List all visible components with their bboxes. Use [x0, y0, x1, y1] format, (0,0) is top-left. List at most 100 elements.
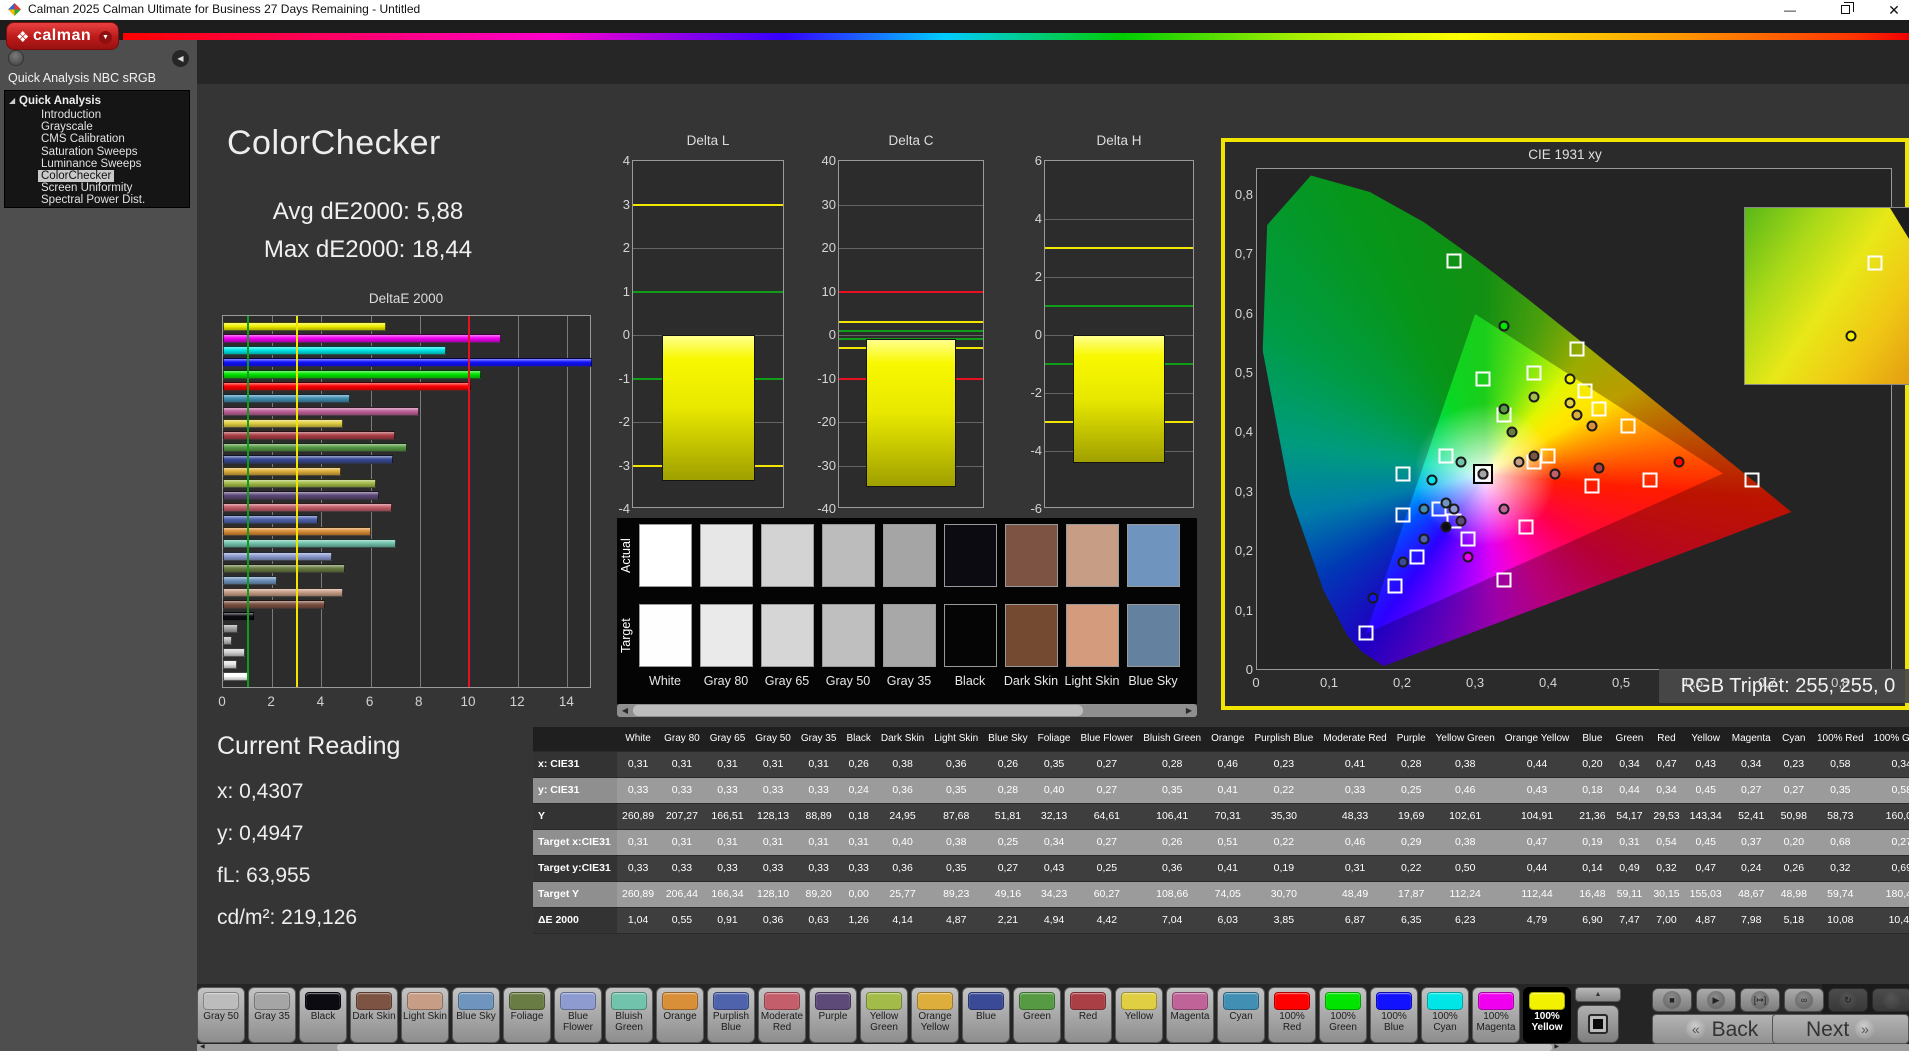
- table-cell: 207,27: [659, 803, 705, 829]
- patch-button-dark-skin[interactable]: Dark Skin: [350, 987, 398, 1043]
- table-cell: 0,38: [929, 829, 983, 855]
- delta-chart-title: Delta L: [632, 133, 784, 148]
- sidebar-item-cms-calibration[interactable]: CMS Calibration: [41, 133, 125, 145]
- sidebar-item-luminance-sweeps[interactable]: Luminance Sweeps: [41, 158, 141, 170]
- table-cell: 0,41: [1318, 751, 1391, 777]
- patch-button-foliage[interactable]: Foliage: [503, 987, 551, 1043]
- sidebar-item-spectral-power-dist-[interactable]: Spectral Power Dist.: [41, 194, 145, 206]
- patch-button-100-magenta[interactable]: 100% Magenta: [1472, 987, 1520, 1043]
- patch-label: Moderate Red: [759, 1012, 805, 1033]
- patch-button-bluish-green[interactable]: Bluish Green: [605, 987, 653, 1043]
- table-cell: 0,22: [1249, 829, 1318, 855]
- patch-button-100-cyan[interactable]: 100% Cyan: [1421, 987, 1469, 1043]
- table-cell: 10,48: [1869, 907, 1909, 933]
- patch-button-purplish-blue[interactable]: Purplish Blue: [707, 987, 755, 1043]
- scroll-left-icon[interactable]: ◀: [618, 704, 632, 717]
- patch-button-yellow-green[interactable]: Yellow Green: [860, 987, 908, 1043]
- table-cell: 0,27: [1869, 829, 1909, 855]
- tree-expander-icon[interactable]: ◢: [9, 96, 15, 105]
- calman-logo-button[interactable]: ❖ calman ▼: [6, 22, 119, 50]
- table-cell: 0,24: [1727, 855, 1776, 881]
- next-button[interactable]: Next »: [1772, 1014, 1909, 1044]
- infinity-button[interactable]: ∞: [1784, 988, 1824, 1012]
- patch-chip: [764, 992, 800, 1010]
- stop-button[interactable]: ■: [1652, 988, 1692, 1012]
- delta-y-tick-label: -1: [600, 371, 630, 386]
- patch-button-orange-yellow[interactable]: Orange Yellow: [911, 987, 959, 1043]
- bottom-scrollbar-thumb[interactable]: [337, 1044, 1552, 1051]
- sidebar-item-screen-uniformity[interactable]: Screen Uniformity: [41, 182, 132, 194]
- swatch-scrollbar[interactable]: ◀ ▶: [617, 704, 1197, 717]
- swatch-scrollbar-thumb[interactable]: [633, 705, 1083, 716]
- record-button[interactable]: [1872, 988, 1909, 1012]
- deltae-bar-100-cyan: [223, 346, 446, 355]
- play-button[interactable]: ▶: [1696, 988, 1736, 1012]
- tree-root-item[interactable]: Quick Analysis: [19, 95, 101, 107]
- table-col-header: Red: [1648, 727, 1684, 751]
- patch-button-black[interactable]: Black: [299, 987, 347, 1043]
- table-cell: 0,40: [876, 829, 929, 855]
- patch-button-yellow[interactable]: Yellow: [1115, 987, 1163, 1043]
- delta-chart-delta-c: [838, 160, 984, 508]
- table-cell: 260,89: [617, 803, 659, 829]
- sidebar-dot-button[interactable]: [8, 50, 24, 66]
- sidebar-collapse-button[interactable]: ◀: [172, 50, 189, 67]
- deltae-bar-dark-skin: [223, 600, 325, 609]
- table-cell: 0,41: [1206, 855, 1249, 881]
- table-cell: 104,91: [1500, 803, 1575, 829]
- patch-button-100-green[interactable]: 100% Green: [1319, 987, 1367, 1043]
- table-cell: 0,24: [841, 777, 875, 803]
- patch-button-100-blue[interactable]: 100% Blue: [1370, 987, 1418, 1043]
- close-button[interactable]: ✕: [1879, 0, 1909, 20]
- table-cell: 0,58: [1869, 777, 1909, 803]
- minimize-button[interactable]: —: [1775, 0, 1805, 20]
- back-button[interactable]: « Back: [1652, 1014, 1792, 1044]
- cie-measured-dot: [1572, 409, 1583, 420]
- logo-dropdown-icon[interactable]: ▼: [99, 31, 112, 44]
- patch-button-gray-50[interactable]: Gray 50: [197, 987, 245, 1043]
- pattern-window-button[interactable]: [1577, 1005, 1619, 1043]
- patch-button-blue[interactable]: Blue: [962, 987, 1010, 1043]
- current-reading-value: y: 0,4947: [217, 822, 303, 846]
- patch-button-blue-sky[interactable]: Blue Sky: [452, 987, 500, 1043]
- scroll-right-icon[interactable]: ▶: [1182, 704, 1196, 717]
- cie-target-square: [1359, 626, 1374, 641]
- sidebar-item-saturation-sweeps[interactable]: Saturation Sweeps: [41, 146, 138, 158]
- scroll-left-icon[interactable]: ◀: [200, 1043, 205, 1051]
- patch-button-moderate-red[interactable]: Moderate Red: [758, 987, 806, 1043]
- refresh-button[interactable]: ↻: [1828, 988, 1868, 1012]
- cie-measured-dot: [1564, 374, 1575, 385]
- sidebar-item-colorchecker[interactable]: ColorChecker: [38, 170, 114, 182]
- swatch-name: White: [634, 674, 696, 688]
- table-cell: 0,35: [1812, 777, 1869, 803]
- maximize-button[interactable]: [1830, 0, 1860, 20]
- patch-button-gray-35[interactable]: Gray 35: [248, 987, 296, 1043]
- table-cell: 6,03: [1206, 907, 1249, 933]
- bottom-scrollbar[interactable]: ◀ ▶: [197, 1044, 1909, 1051]
- table-col-header: Blue: [1574, 727, 1610, 751]
- table-cell: 0,33: [659, 777, 705, 803]
- expand-patch-list-button[interactable]: ▲: [1575, 987, 1621, 1002]
- sidebar-item-introduction[interactable]: Introduction: [41, 109, 101, 121]
- patch-chip: [1478, 992, 1514, 1010]
- patch-button-red[interactable]: Red: [1064, 987, 1112, 1043]
- step-button[interactable]: [↦]: [1740, 988, 1780, 1012]
- patch-button-100-red[interactable]: 100% Red: [1268, 987, 1316, 1043]
- cie-inset-gradient: [1745, 208, 1909, 384]
- patch-label: 100% Green: [1320, 1012, 1366, 1033]
- patch-button-blue-flower[interactable]: Blue Flower: [554, 987, 602, 1043]
- patch-button-magenta[interactable]: Magenta: [1166, 987, 1214, 1043]
- delta-y-tick-label: 6: [1012, 153, 1042, 168]
- patch-button-purple[interactable]: Purple: [809, 987, 857, 1043]
- table-cell: 128,13: [750, 803, 796, 829]
- patch-button-light-skin[interactable]: Light Skin: [401, 987, 449, 1043]
- table-cell: 0,33: [841, 855, 875, 881]
- patch-chip: [917, 992, 953, 1010]
- sidebar-item-grayscale[interactable]: Grayscale: [41, 121, 93, 133]
- scroll-right-icon[interactable]: ▶: [1554, 1043, 1559, 1051]
- patch-button-100-yellow[interactable]: 100% Yellow: [1523, 987, 1571, 1043]
- cie-x-tick-label: 0,8: [1823, 675, 1857, 690]
- patch-button-cyan[interactable]: Cyan: [1217, 987, 1265, 1043]
- patch-button-green[interactable]: Green: [1013, 987, 1061, 1043]
- patch-button-orange[interactable]: Orange: [656, 987, 704, 1043]
